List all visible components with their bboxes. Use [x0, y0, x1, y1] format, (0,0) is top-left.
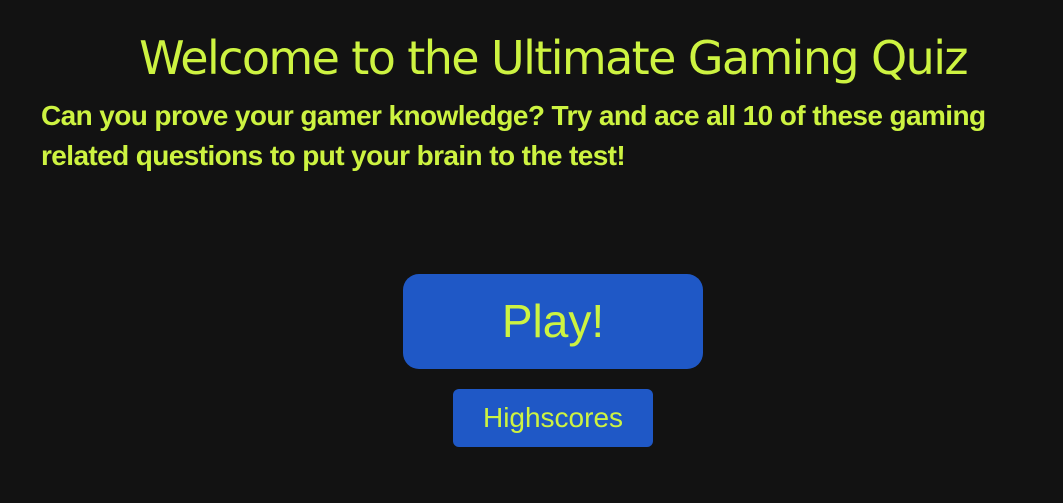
- highscores-button[interactable]: Highscores: [453, 389, 653, 447]
- home-screen: Welcome to the Ultimate Gaming Quiz Can …: [0, 0, 1063, 503]
- intro-text: Can you prove your gamer knowledge? Try …: [41, 100, 986, 171]
- play-button[interactable]: Play!: [403, 274, 703, 369]
- page-title: Welcome to the Ultimate Gaming Quiz: [139, 31, 968, 85]
